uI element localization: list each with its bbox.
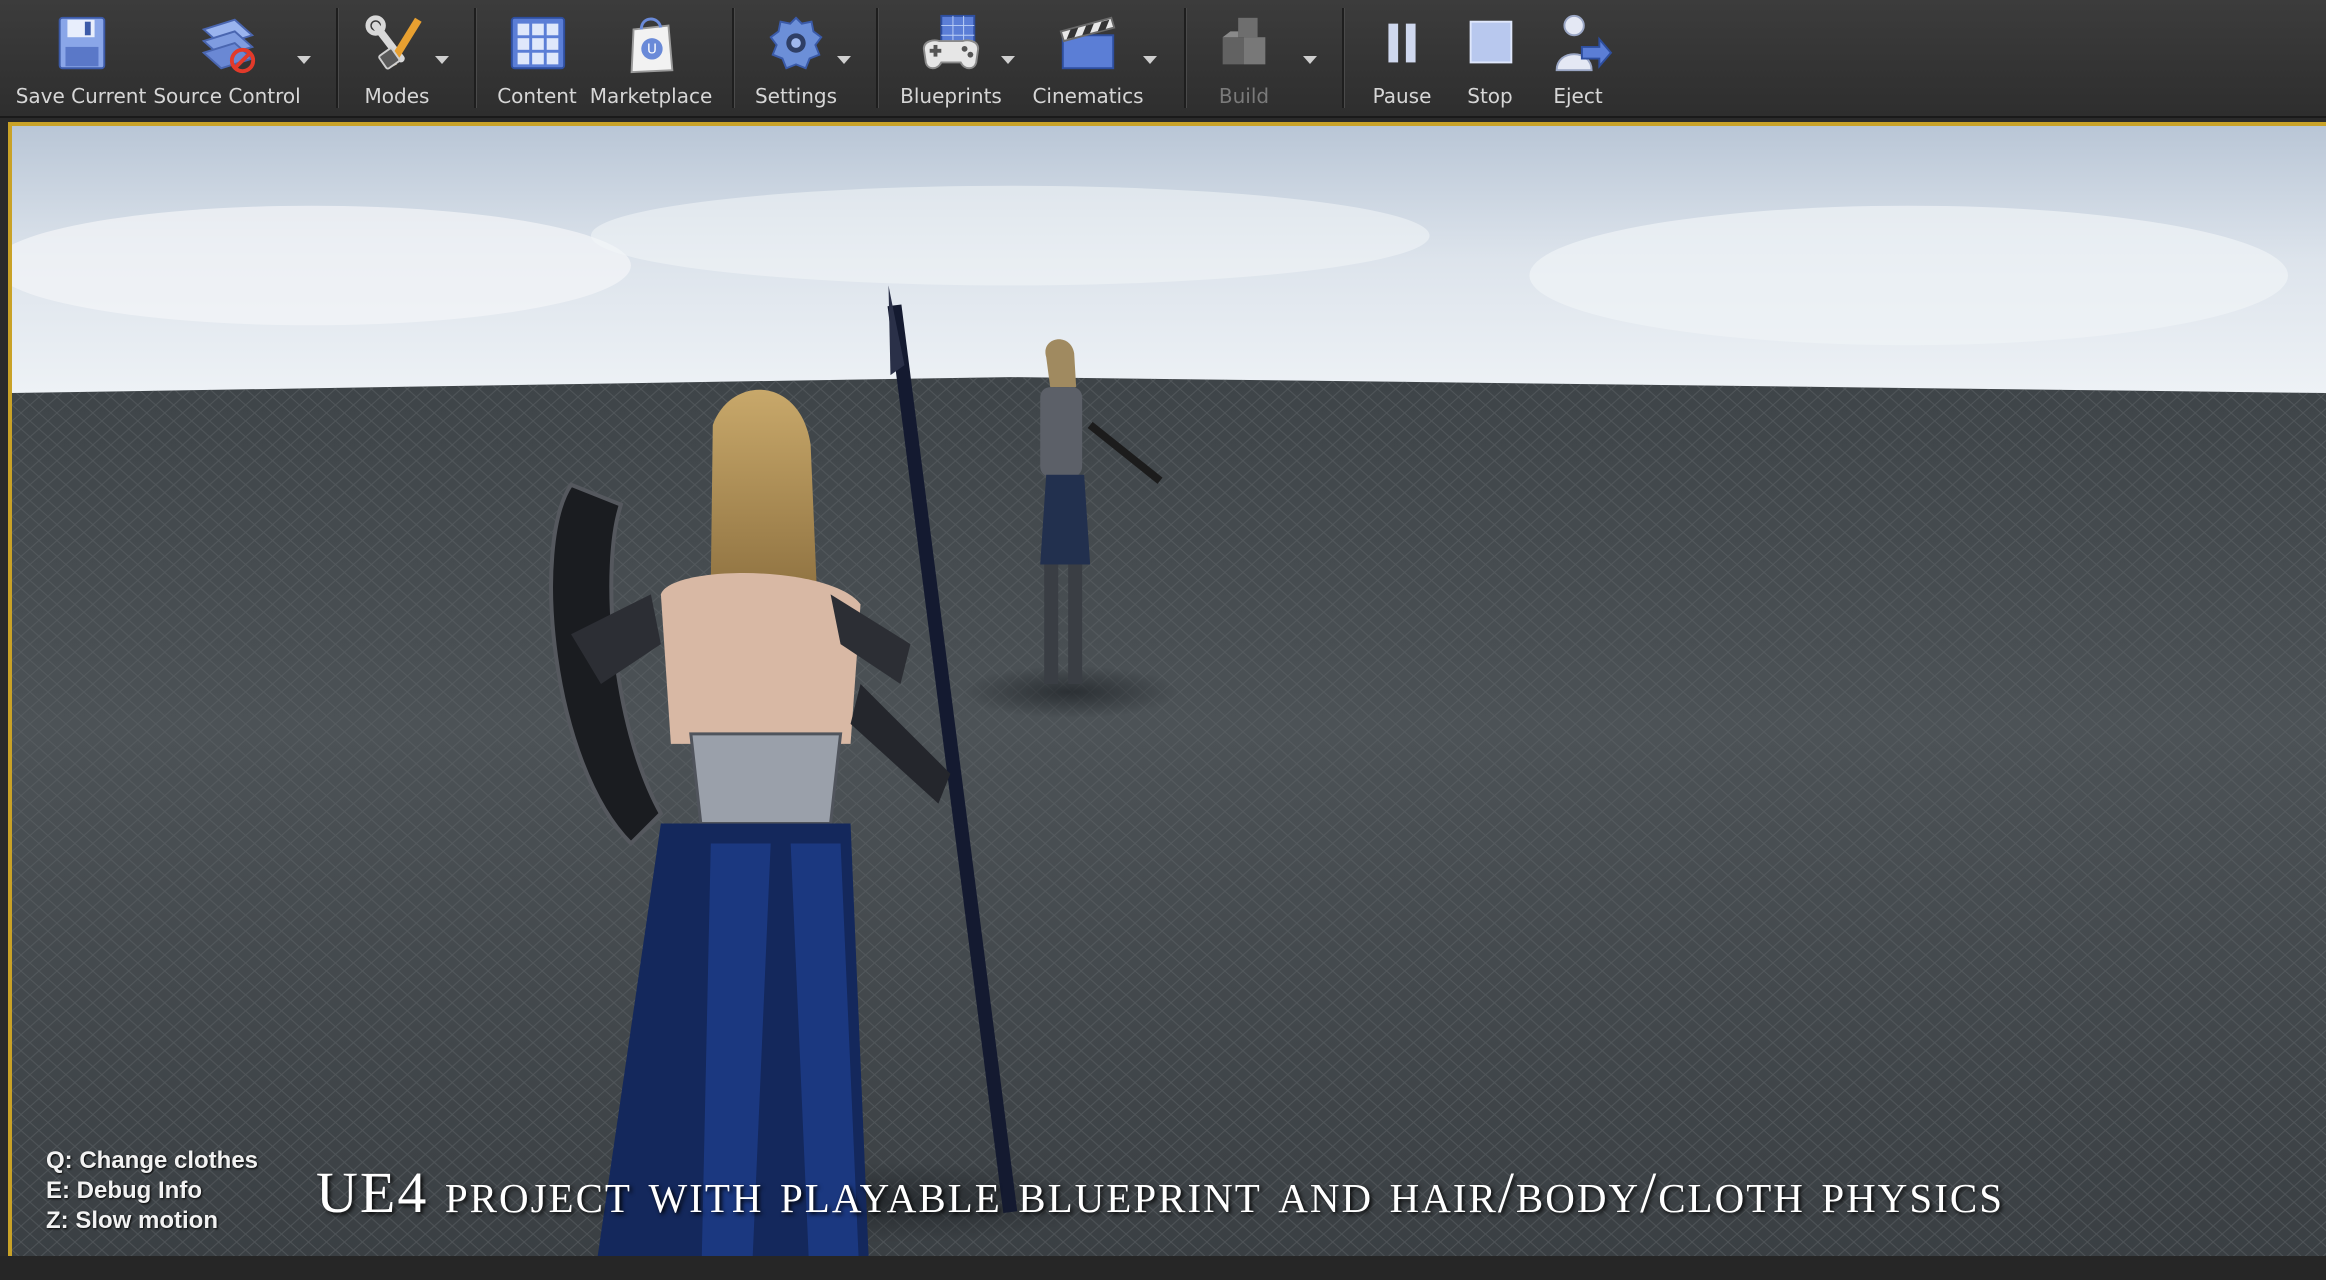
help-line-slow-motion: Z: Slow motion — [46, 1207, 218, 1234]
stop-label: Stop — [1467, 84, 1513, 108]
build-dropdown[interactable] — [1300, 50, 1320, 70]
svg-text:U: U — [647, 42, 657, 58]
bottom-strip — [0, 1256, 2326, 1280]
source-control-dropdown[interactable] — [294, 50, 314, 70]
blueprints-dropdown[interactable] — [998, 50, 1018, 70]
toolbar-separator — [1342, 8, 1345, 108]
game-scene — [12, 126, 2326, 1256]
pause-icon — [1388, 23, 1416, 63]
modes-button[interactable]: Modes — [356, 8, 438, 108]
gear-icon — [769, 16, 823, 70]
source-control-button[interactable]: Source Control — [152, 8, 302, 108]
eject-button[interactable]: Eject — [1540, 8, 1616, 108]
stop-icon — [1469, 20, 1513, 64]
help-line-change-clothes: Q: Change clothes — [46, 1147, 259, 1174]
stop-button[interactable]: Stop — [1452, 8, 1528, 108]
content-label: Content — [497, 84, 577, 108]
game-viewport[interactable]: Q: Change clothes E: Debug Info Z: Slow … — [8, 122, 2326, 1256]
help-line-debug-info: E: Debug Info — [46, 1177, 202, 1204]
settings-dropdown[interactable] — [834, 50, 854, 70]
keybind-help: Q: Change clothes E: Debug Info Z: Slow … — [46, 1146, 258, 1236]
modes-label: Modes — [364, 84, 430, 108]
source-control-icon — [201, 18, 256, 74]
editor-toolbar: Save Current Source Control Modes Conten… — [0, 0, 2326, 118]
blueprints-label: Blueprints — [900, 84, 1002, 108]
build-blocks-icon — [1222, 17, 1266, 65]
shopping-bag-icon: U — [630, 17, 674, 74]
build-label: Build — [1218, 84, 1270, 108]
gamepad-icon — [922, 14, 980, 70]
marketplace-button[interactable]: U Marketplace — [590, 8, 712, 108]
toolbar-separator — [474, 8, 477, 108]
settings-label: Settings — [754, 84, 838, 108]
toolbar-separator — [1184, 8, 1187, 108]
wrench-pencil-icon — [365, 15, 422, 70]
content-grid-icon — [510, 16, 566, 70]
toolbar-separator — [336, 8, 339, 108]
eject-label: Eject — [1553, 84, 1603, 108]
eject-icon — [1555, 14, 1613, 72]
save-current-label: Save Current — [15, 84, 147, 108]
save-current-button[interactable]: Save Current — [16, 8, 146, 108]
content-button[interactable]: Content — [496, 8, 578, 108]
clapperboard-icon — [1059, 16, 1116, 70]
cinematics-button[interactable]: Cinematics — [1032, 8, 1144, 108]
project-caption: UE4 project with playable blueprint and … — [316, 1160, 2004, 1225]
blueprints-button[interactable]: Blueprints — [896, 8, 1006, 108]
floppy-disk-icon — [58, 16, 106, 70]
toolbar-separator — [732, 8, 735, 108]
build-button[interactable]: Build — [1204, 8, 1284, 108]
toolbar-separator — [876, 8, 879, 108]
settings-button[interactable]: Settings — [752, 8, 840, 108]
marketplace-label: Marketplace — [589, 84, 713, 108]
cinematics-label: Cinematics — [1032, 84, 1144, 108]
pause-label: Pause — [1372, 84, 1432, 108]
pause-button[interactable]: Pause — [1362, 8, 1442, 108]
source-control-label: Source Control — [153, 84, 301, 108]
cinematics-dropdown[interactable] — [1140, 50, 1160, 70]
modes-dropdown[interactable] — [432, 50, 452, 70]
